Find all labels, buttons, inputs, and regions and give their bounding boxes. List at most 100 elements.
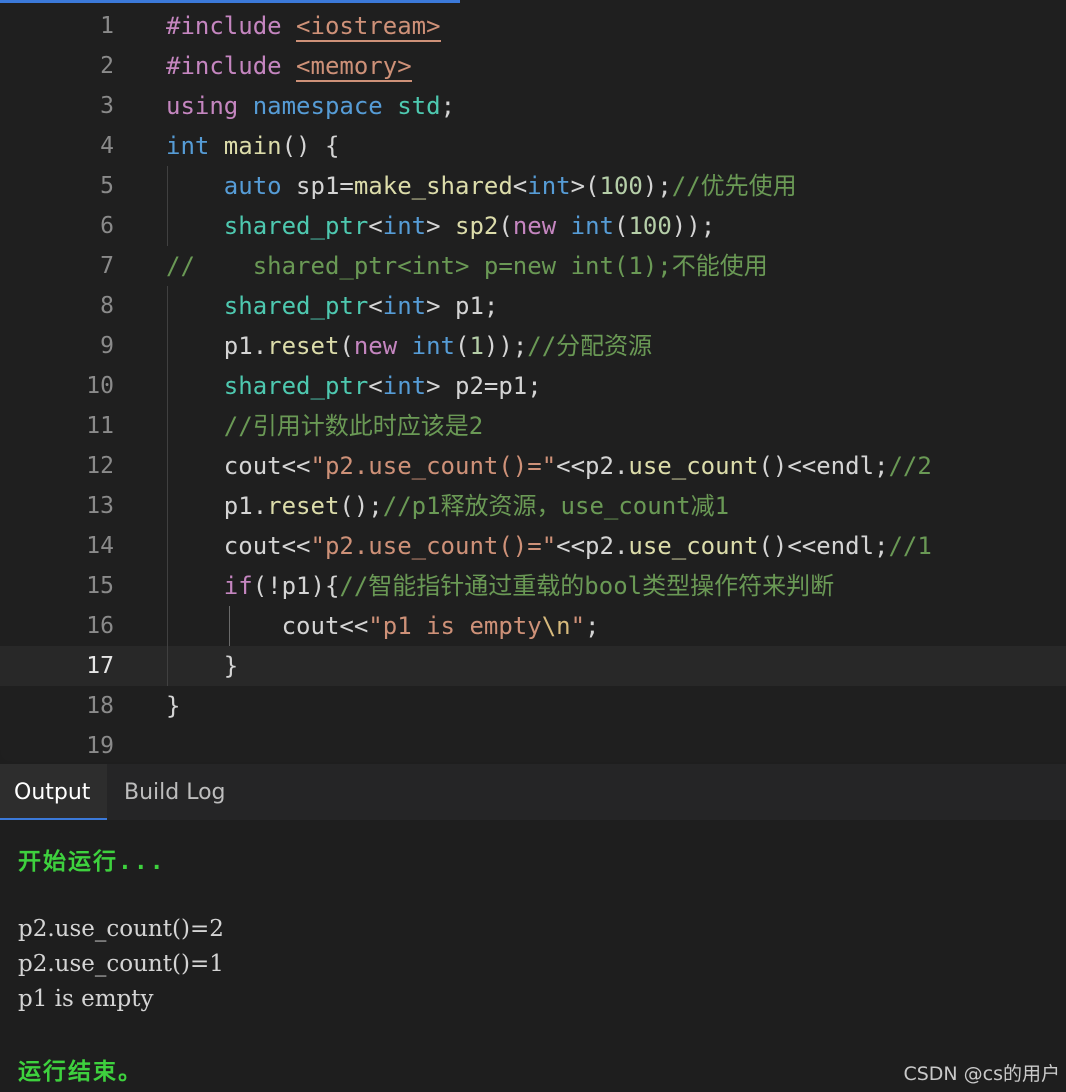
- code-token: > p1;: [426, 292, 499, 320]
- code-line[interactable]: 10 shared_ptr<int> p2=p1;: [0, 366, 1066, 406]
- code-editor[interactable]: 1 #include <iostream> 2 #include <memory> 3 u…: [0, 0, 1066, 762]
- code-line[interactable]: 2 #include <memory>: [0, 46, 1066, 86]
- output-line: p1 is empty: [18, 986, 154, 1012]
- line-number: 19: [86, 733, 114, 759]
- code-token: ()<<endl;: [758, 532, 889, 560]
- line-number: 8: [100, 293, 114, 319]
- code-text[interactable]: p1.reset();//p1释放资源，use_count减1: [166, 486, 729, 526]
- code-text[interactable]: p1.reset(new int(1));//分配资源: [166, 326, 652, 366]
- code-line[interactable]: 7 // shared_ptr<int> p=new int(1);不能使用: [0, 246, 1066, 286]
- code-line[interactable]: 14 cout<<"p2.use_count()="<<p2.use_count…: [0, 526, 1066, 566]
- code-token: shared_ptr: [223, 372, 369, 400]
- code-token: >(: [570, 172, 600, 200]
- line-number: 9: [100, 333, 114, 359]
- code-token: (: [613, 212, 629, 240]
- code-text[interactable]: //引用计数此时应该是2: [166, 406, 483, 446]
- code-token: int: [382, 292, 427, 320]
- code-line[interactable]: 3 using namespace std;: [0, 86, 1066, 126]
- code-token: use_count: [628, 532, 759, 560]
- code-token: <memory>: [296, 52, 412, 82]
- code-token: #include: [166, 12, 297, 40]
- code-token: "p2.use_count()=": [310, 452, 557, 480]
- code-token: shared_ptr: [223, 212, 369, 240]
- code-token: (: [455, 332, 470, 360]
- code-text[interactable]: cout<<"p2.use_count()="<<p2.use_count()<…: [166, 446, 932, 486]
- line-number: 2: [100, 53, 114, 79]
- code-line[interactable]: 13 p1.reset();//p1释放资源，use_count减1: [0, 486, 1066, 526]
- code-token: }: [166, 692, 181, 720]
- code-line[interactable]: 18}: [0, 686, 1066, 726]
- code-token: //优先使用: [671, 172, 797, 200]
- code-line[interactable]: 17 }: [0, 646, 1066, 686]
- line-number: 5: [100, 173, 114, 199]
- tab-build-log[interactable]: Build Log: [110, 764, 240, 820]
- code-token: new: [512, 212, 571, 240]
- code-line[interactable]: 19: [0, 726, 1066, 762]
- line-number: 4: [100, 133, 114, 159]
- code-token: <: [512, 172, 528, 200]
- code-token: int: [527, 172, 571, 200]
- line-number: 1: [100, 13, 114, 39]
- code-line[interactable]: 9 p1.reset(new int(1));//分配资源: [0, 326, 1066, 366]
- code-line[interactable]: 1 #include <iostream>: [0, 6, 1066, 46]
- indent-guide: [167, 286, 168, 686]
- code-text[interactable]: if(!p1){//智能指针通过重载的bool类型操作符来判断: [166, 566, 834, 606]
- code-text[interactable]: shared_ptr<int> p1;: [166, 286, 499, 326]
- code-text[interactable]: // shared_ptr<int> p=new int(1);不能使用: [166, 246, 768, 286]
- code-text[interactable]: using namespace std;: [166, 86, 455, 126]
- code-token: make_shared: [353, 172, 513, 200]
- tab-output[interactable]: Output: [0, 764, 107, 820]
- code-line[interactable]: 12 cout<<"p2.use_count()="<<p2.use_count…: [0, 446, 1066, 486]
- code-text[interactable]: #include <iostream>: [166, 6, 441, 46]
- code-token: ));: [483, 332, 528, 360]
- code-line[interactable]: 6 shared_ptr<int> sp2(new int(100));: [0, 206, 1066, 246]
- line-number: 13: [86, 493, 114, 519]
- output-line: p2.use_count()=2: [18, 916, 224, 942]
- code-token: int: [570, 212, 614, 240]
- code-token: 100: [628, 212, 672, 240]
- code-text[interactable]: cout<<"p2.use_count()="<<p2.use_count()<…: [166, 526, 932, 566]
- code-token: main: [223, 132, 282, 160]
- code-token: cout<<: [166, 452, 311, 480]
- watermark: CSDN @cs的用户: [903, 1063, 1060, 1085]
- code-token: reset: [267, 332, 340, 360]
- run-start-message: 开始运行...: [18, 849, 166, 875]
- editor-top-accent: [0, 0, 460, 3]
- line-number: 3: [100, 93, 114, 119]
- code-text[interactable]: shared_ptr<int> sp2(new int(100));: [166, 206, 715, 246]
- code-token: int: [382, 212, 427, 240]
- code-line[interactable]: 16 cout<<"p1 is empty\n";: [0, 606, 1066, 646]
- code-token: (: [339, 332, 354, 360]
- code-token: "p1 is empty: [368, 612, 542, 640]
- code-line[interactable]: 5 auto sp1=make_shared<int>(100);//优先使用: [0, 166, 1066, 206]
- code-line[interactable]: 11 //引用计数此时应该是2: [0, 406, 1066, 446]
- code-line[interactable]: 4 int main() {: [0, 126, 1066, 166]
- code-token: int: [382, 372, 427, 400]
- code-token: //1: [888, 532, 932, 560]
- output-panel[interactable]: 开始运行... p2.use_count()=2 p2.use_count()=…: [0, 820, 1066, 1092]
- line-number: 14: [86, 533, 114, 559]
- code-text[interactable]: }: [166, 646, 238, 686]
- code-token: //2: [888, 452, 932, 480]
- code-text[interactable]: }: [166, 686, 180, 726]
- code-token: ;: [585, 612, 600, 640]
- code-token: using: [166, 92, 253, 120]
- code-line[interactable]: 8 shared_ptr<int> p1;: [0, 286, 1066, 326]
- code-text[interactable]: cout<<"p1 is empty\n";: [166, 606, 600, 646]
- code-token: <: [368, 372, 383, 400]
- code-token: <: [368, 292, 383, 320]
- code-token: ;: [440, 92, 456, 120]
- code-text[interactable]: int main() {: [166, 126, 339, 166]
- code-token: //分配资源: [527, 332, 653, 360]
- code-token: () {: [281, 132, 340, 160]
- code-text[interactable]: auto sp1=make_shared<int>(100);//优先使用: [166, 166, 797, 206]
- code-text[interactable]: #include <memory>: [166, 46, 412, 86]
- line-number: 6: [100, 213, 114, 239]
- code-line[interactable]: 15 if(!p1){//智能指针通过重载的bool类型操作符来判断: [0, 566, 1066, 606]
- code-token: //智能指针通过重载的bool类型操作符来判断: [339, 572, 835, 600]
- output-line: p2.use_count()=1: [18, 951, 224, 977]
- line-number: 7: [100, 253, 114, 279]
- code-text[interactable]: shared_ptr<int> p2=p1;: [166, 366, 542, 406]
